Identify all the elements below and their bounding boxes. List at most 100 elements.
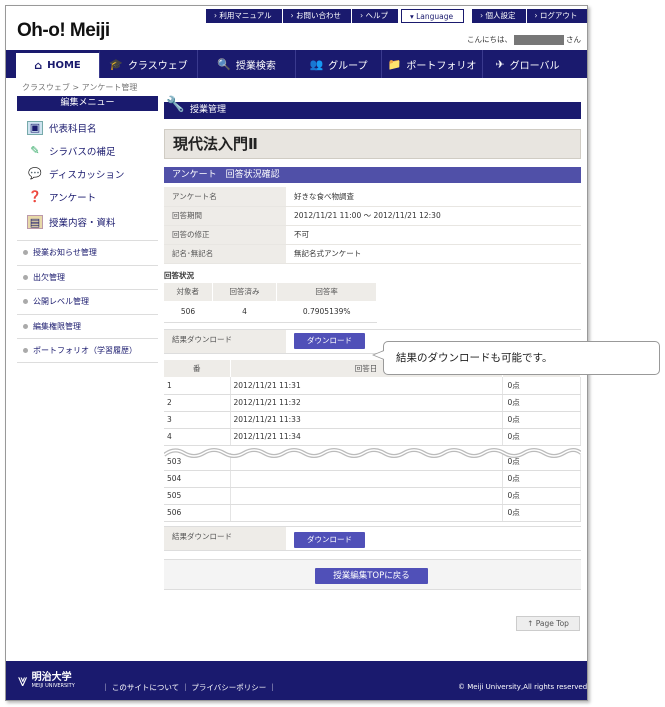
sidebar-item-label: 代表科目名 xyxy=(49,123,97,135)
nav-global[interactable]: ✈ グローバル xyxy=(483,50,572,78)
result-no: 4 xyxy=(164,428,231,446)
sidebar-sub-portfolio[interactable]: ポートフォリオ（学習履歴） xyxy=(17,338,158,363)
nav-course-search[interactable]: 🔍 授業検索 xyxy=(198,50,296,78)
bullet-icon xyxy=(23,347,28,353)
nav-portfolio-label: ポートフォリオ xyxy=(406,60,477,72)
table-row: 2 2012/11/21 11:32 0点 xyxy=(164,394,581,412)
result-date xyxy=(230,504,503,522)
sidebar: 編集メニュー ▣ 代表科目名 ✎ シラバスの補足 💬 ディスカッション ❓ アンケート … xyxy=(17,96,158,363)
course-management-icon: 🔧 xyxy=(166,95,185,113)
site-logo[interactable]: Oh-o! Meiji xyxy=(17,20,110,42)
bullet-icon xyxy=(23,274,28,280)
breadcrumb-survey: アンケート管理 xyxy=(81,83,138,92)
manual-link[interactable]: › 利用マニュアル xyxy=(205,9,282,23)
sidebar-sub-permissions[interactable]: 編集権限管理 xyxy=(17,313,158,339)
result-date: 2012/11/21 11:34 xyxy=(230,428,503,446)
nav-classweb[interactable]: 🎓 クラスウェブ xyxy=(100,50,198,78)
download-button[interactable]: ダウンロード xyxy=(294,333,365,349)
sidebar-item-label: 授業内容・資料 xyxy=(49,218,116,229)
search-icon: 🔍 xyxy=(217,57,231,71)
result-no: 1 xyxy=(164,377,231,395)
breadcrumb-classweb[interactable]: クラスウェブ xyxy=(22,83,70,92)
result-no: 3 xyxy=(164,411,231,429)
breadcrumb: クラスウェブ > アンケート管理 xyxy=(22,82,137,93)
pencil-icon: ✎ xyxy=(30,144,40,157)
status-label: 回答状況 xyxy=(164,270,194,280)
page-top-button[interactable]: ↑ Page Top xyxy=(516,616,580,631)
section-title: 授業管理 xyxy=(190,105,227,115)
nav-global-label: グローバル xyxy=(509,60,560,72)
nav-group-label: グループ xyxy=(328,60,368,72)
table-row: 506 0点 xyxy=(164,504,581,522)
status-rate: 0.7905139% xyxy=(276,300,377,323)
sidebar-item-materials[interactable]: ▤ 授業内容・資料 xyxy=(17,208,158,236)
sidebar-sub-attendance[interactable]: 出欠管理 xyxy=(17,264,158,290)
footer-logo-text: 明治大学 MEIJI UNIVERSITY xyxy=(31,672,75,690)
contact-link[interactable]: › お問い合わせ xyxy=(281,9,352,23)
download-button[interactable]: ダウンロード xyxy=(294,531,365,548)
info-value: 2012/11/21 11:00 ～ 2012/11/21 12:30 xyxy=(286,206,581,226)
sidebar-item-label: シラバスの補足 xyxy=(49,146,116,158)
result-no: 2 xyxy=(164,394,231,412)
header: Oh-o! Meiji › 利用マニュアル › お問い合わせ › ヘルプ ▾ L… xyxy=(6,6,587,52)
sidebar-item-syllabus[interactable]: ✎ シラバスの補足 xyxy=(17,139,158,162)
footer-logo-en: MEIJI UNIVERSITY xyxy=(31,682,75,689)
language-dropdown[interactable]: ▾ Language xyxy=(400,9,465,23)
bullet-icon xyxy=(23,323,28,329)
callout-note: 結果のダウンロードも可能です。 xyxy=(383,341,660,375)
table-row: 回答期間 2012/11/21 11:00 ～ 2012/11/21 12:30 xyxy=(164,206,581,226)
info-key: 回答期間 xyxy=(164,206,286,226)
result-score: 0点 xyxy=(502,504,581,522)
nav-classweb-label: クラスウェブ xyxy=(127,60,188,72)
main-nav: ⌂ HOME 🎓 クラスウェブ 🔍 授業検索 👥 グループ 📁 ポートフォリオ ✈ グローバ… xyxy=(6,50,587,78)
personal-settings-link[interactable]: › 個人設定 xyxy=(471,9,526,23)
folder-icon: 📁 xyxy=(387,57,402,71)
course-title: 現代法入門Ⅱ xyxy=(164,129,581,159)
table-header-row: 対象者 回答済み 回答率 xyxy=(164,282,377,301)
info-value: 好きな食べ物調査 xyxy=(286,187,581,207)
result-date: 2012/11/21 11:33 xyxy=(230,411,503,429)
footer-links[interactable]: ｜ このサイトについて ｜ プライバシーポリシー ｜ xyxy=(102,682,276,693)
result-date: 2012/11/21 11:32 xyxy=(230,394,503,412)
graduation-cap-icon: 🎓 xyxy=(109,57,123,71)
copyright: © Meiji University,All rights reserved. xyxy=(458,683,588,691)
result-score: 0点 xyxy=(502,428,581,446)
results-header-no: 番 xyxy=(164,360,231,377)
sidebar-item-survey[interactable]: ❓ アンケート xyxy=(17,185,158,208)
sidebar-item-course-name[interactable]: ▣ 代表科目名 xyxy=(17,116,158,139)
results-table: 番 回答日 1 2012/11/21 11:31 0点 2 2012/11/21 11… xyxy=(164,360,581,522)
status-table: 対象者 回答済み 回答率 506 4 0.7905139% xyxy=(164,282,377,323)
airplane-icon: ✈ xyxy=(495,57,505,71)
back-to-edit-top-button[interactable]: 授業編集TOPに戻る xyxy=(315,567,428,584)
table-row: 504 0点 xyxy=(164,470,581,488)
sidebar-item-discussion[interactable]: 💬 ディスカッション xyxy=(17,162,158,185)
breadcrumb-separator: > xyxy=(69,83,82,92)
table-row: 506 4 0.7905139% xyxy=(164,300,377,323)
sidebar-sub-label: 出欠管理 xyxy=(33,272,65,282)
table-row: 3 2012/11/21 11:33 0点 xyxy=(164,411,581,429)
logout-link[interactable]: › ログアウト xyxy=(525,9,587,23)
nav-home[interactable]: ⌂ HOME xyxy=(16,50,100,78)
bullet-icon xyxy=(23,299,28,305)
info-key: アンケート名 xyxy=(164,187,286,207)
download-row-bottom: 結果ダウンロード ダウンロード xyxy=(164,525,581,551)
footer-logo[interactable]: ⩔ 明治大学 MEIJI UNIVERSITY xyxy=(18,671,75,691)
nav-group[interactable]: 👥 グループ xyxy=(296,50,382,78)
sidebar-sub-visibility[interactable]: 公開レベル管理 xyxy=(17,289,158,314)
sidebar-sub-announcements[interactable]: 授業お知らせ管理 xyxy=(17,240,158,265)
result-date: 2012/11/21 11:31 xyxy=(230,377,503,395)
meiji-emblem-icon: ⩔ xyxy=(18,671,28,691)
nav-portfolio[interactable]: 📁 ポートフォリオ xyxy=(382,50,483,78)
result-score: 0点 xyxy=(502,487,581,505)
callout-tail-inner xyxy=(374,351,384,359)
table-row: 505 0点 xyxy=(164,487,581,505)
user-name-redacted xyxy=(514,35,564,45)
materials-icon: ▤ xyxy=(27,215,43,229)
bullet-icon xyxy=(23,250,28,256)
help-link[interactable]: › ヘルプ xyxy=(351,9,398,23)
result-score: 0点 xyxy=(502,470,581,488)
survey-status-title: アンケート 回答状況確認 xyxy=(164,167,581,183)
sidebar-sub-label: ポートフォリオ（学習履歴） xyxy=(33,345,137,355)
result-date xyxy=(230,470,503,488)
result-date xyxy=(230,487,503,505)
